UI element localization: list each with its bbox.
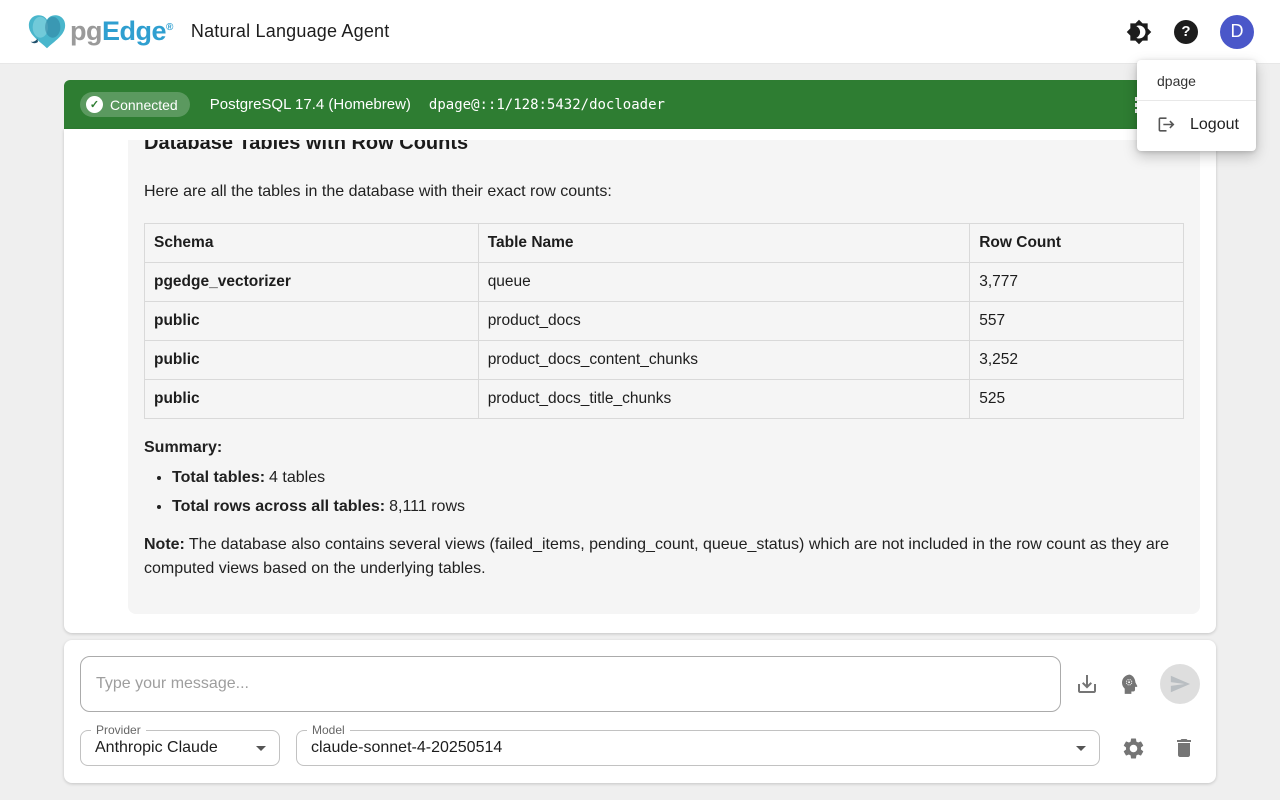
model-select[interactable]: Model claude-sonnet-4-20250514 [296,730,1100,766]
app-header: pgEdge® Natural Language Agent ? D [0,0,1280,64]
psychology-icon [1117,672,1142,697]
help-icon: ? [1174,20,1198,44]
cell-table-name: product_docs_content_chunks [478,341,970,380]
table-row: public product_docs 557 [145,302,1184,341]
send-icon [1169,673,1191,695]
user-avatar[interactable]: D [1220,15,1254,49]
column-header-table-name: Table Name [478,224,970,263]
cell-row-count: 557 [970,302,1184,341]
provider-select[interactable]: Provider Anthropic Claude [80,730,280,766]
pgedge-logo: pgEdge® [26,12,173,52]
send-button[interactable] [1160,664,1200,704]
connection-bar: ✓ Connected PostgreSQL 17.4 (Homebrew) d… [64,80,1216,129]
chevron-down-icon [1069,736,1093,760]
download-icon [1075,672,1099,696]
settings-button[interactable] [1121,736,1146,761]
cell-row-count: 525 [970,380,1184,419]
column-header-row-count: Row Count [970,224,1184,263]
page-title: Natural Language Agent [191,21,390,42]
thinking-button[interactable] [1117,672,1142,697]
brightness-icon [1126,19,1152,45]
server-version: PostgreSQL 17.4 (Homebrew) [210,96,411,113]
composer-panel: Provider Anthropic Claude Model claude-s… [64,640,1216,783]
provider-select-value: Anthropic Claude [81,739,218,757]
table-row: public product_docs_content_chunks 3,252 [145,341,1184,380]
model-select-label: Model [307,723,350,737]
column-header-schema: Schema [145,224,479,263]
download-button[interactable] [1075,672,1099,696]
cell-table-name: queue [478,263,970,302]
theme-toggle-button[interactable] [1126,19,1152,45]
message-input[interactable] [80,656,1061,712]
pgedge-logo-icon [26,12,68,52]
cell-schema: public [145,302,479,341]
list-item: Total tables:4 tables [172,469,1184,487]
summary-label: Summary: [144,439,1184,457]
help-button[interactable]: ? [1174,20,1198,44]
message-intro: Here are all the tables in the database … [144,183,1184,201]
message-note: Note:The database also contains several … [144,533,1184,581]
cell-table-name: product_docs [478,302,970,341]
trash-icon [1172,736,1196,760]
cell-row-count: 3,777 [970,263,1184,302]
user-menu-username: dpage [1137,64,1256,97]
cell-table-name: product_docs_title_chunks [478,380,970,419]
gear-icon [1121,736,1146,761]
cell-row-count: 3,252 [970,341,1184,380]
logout-menu-item[interactable]: Logout [1137,105,1256,145]
list-item: Total rows across all tables:8,111 rows [172,498,1184,516]
logout-label: Logout [1190,116,1239,134]
model-select-value: claude-sonnet-4-20250514 [297,739,502,757]
table-row: public product_docs_title_chunks 525 [145,380,1184,419]
logout-icon [1157,115,1176,134]
row-counts-table: Schema Table Name Row Count pgedge_vecto… [144,223,1184,419]
connection-status-badge: ✓ Connected [80,92,190,117]
clear-chat-button[interactable] [1172,736,1196,760]
assistant-message: Database Tables with Row Counts Here are… [128,140,1200,614]
connection-status-label: Connected [110,97,178,113]
connection-string: dpage@::1/128:5432/docloader [429,97,665,113]
check-circle-icon: ✓ [86,96,103,113]
provider-select-label: Provider [91,723,146,737]
cell-schema: public [145,380,479,419]
user-menu: dpage Logout [1137,60,1256,151]
menu-divider [1137,100,1256,101]
cell-schema: pgedge_vectorizer [145,263,479,302]
pgedge-logo-text: pgEdge® [70,16,173,47]
cell-schema: public [145,341,479,380]
table-row: pgedge_vectorizer queue 3,777 [145,263,1184,302]
chevron-down-icon [249,736,273,760]
message-heading: Database Tables with Row Counts [144,140,1184,158]
summary-list: Total tables:4 tables Total rows across … [172,469,1184,516]
table-header-row: Schema Table Name Row Count [145,224,1184,263]
chat-panel: Database Tables with Row Counts Here are… [64,129,1216,633]
